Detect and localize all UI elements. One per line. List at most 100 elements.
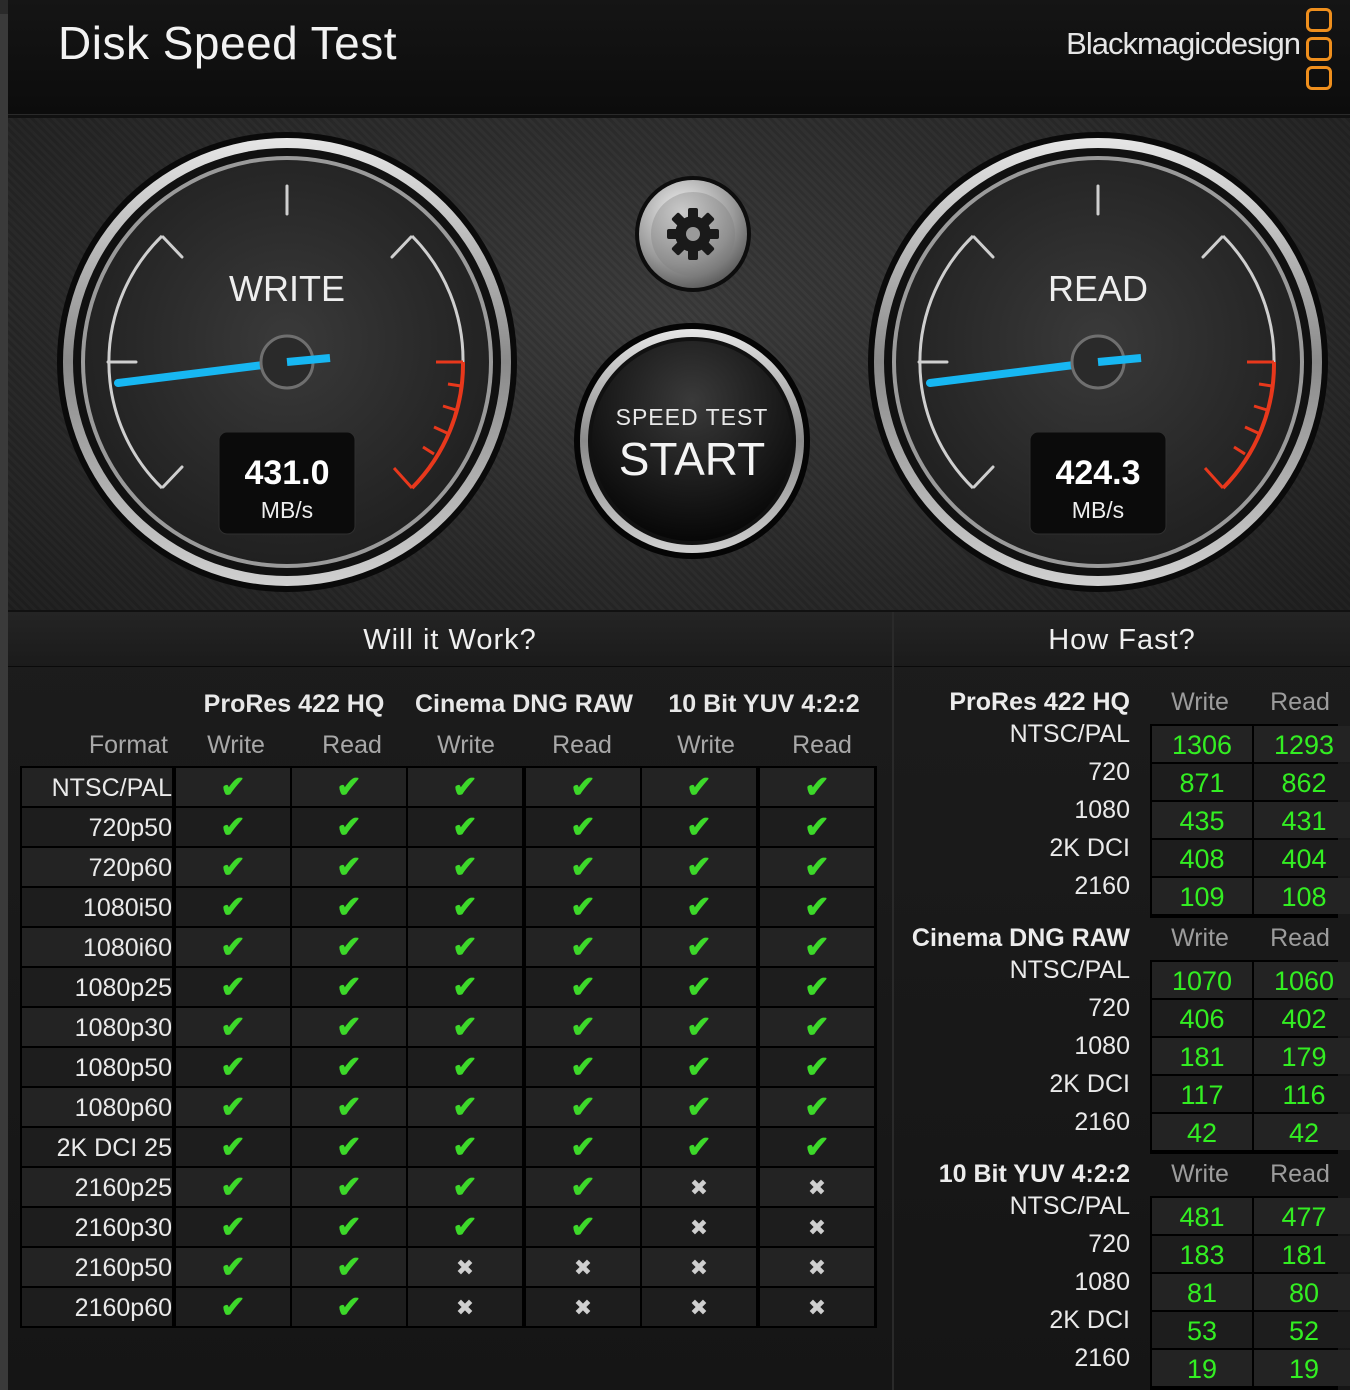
result-cell: ✔ [292,808,406,846]
checkmark-icon: ✔ [452,1011,478,1044]
result-cell: ✔ [292,1248,406,1286]
result-cell: ✔ [760,1008,874,1046]
checkmark-icon: ✔ [686,811,712,844]
result-cell: ✖ [526,1248,640,1286]
checkmark-icon: ✔ [804,931,830,964]
checkmark-icon: ✔ [452,1131,478,1164]
how-fast-format-label: NTSC/PAL [1009,956,1130,984]
cross-icon: ✖ [807,1255,827,1280]
result-cell: ✔ [526,1128,640,1166]
checkmark-icon: ✔ [220,971,246,1004]
checkmark-icon: ✔ [220,1051,246,1084]
checkmark-icon: ✔ [570,851,596,884]
result-cell: ✔ [176,1128,290,1166]
col-header-write: Write [207,731,265,759]
how-fast-write-value: 408 [1152,840,1252,876]
checkmark-icon: ✔ [220,1091,246,1124]
result-cell: ✔ [642,968,756,1006]
gear-icon [667,208,719,260]
cross-icon: ✖ [807,1215,827,1240]
result-cell: ✔ [176,928,290,966]
how-fast-group-title: 10 Bit YUV 4:2:2 [938,1160,1130,1188]
how-fast-read-value: 402 [1254,1000,1350,1036]
result-cell: ✖ [760,1208,874,1246]
result-cell: ✔ [760,1128,874,1166]
codec-header-prores: ProRes 422 HQ [203,690,385,718]
result-cell: ✔ [760,888,874,926]
col-header-read: Read [322,731,382,759]
how-fast-write-value: 183 [1152,1236,1252,1272]
write-speed-value: 431.0 [244,454,330,492]
result-cell: ✔ [292,1208,406,1246]
checkmark-icon: ✔ [336,1171,362,1204]
checkmark-icon: ✔ [686,971,712,1004]
result-cell: ✔ [408,808,522,846]
how-fast-write-value: 871 [1152,764,1252,800]
result-cell: ✔ [642,848,756,886]
how-fast-read-value: 1060 [1254,962,1350,998]
how-fast-write-value: 19 [1152,1350,1252,1386]
table-row: 1080i50 ✔ ✔ ✔ ✔ ✔ ✔ [20,888,877,928]
checkmark-icon: ✔ [336,771,362,804]
checkmark-icon: ✔ [336,931,362,964]
format-label: 2K DCI 25 [22,1128,172,1166]
result-cell: ✔ [408,1168,522,1206]
how-fast-write-value: 109 [1152,878,1252,914]
how-fast-read-value: 1293 [1254,726,1350,762]
result-cell: ✔ [526,1048,640,1086]
result-cell: ✔ [760,928,874,966]
start-button-label[interactable]: START [592,432,792,486]
how-fast-col-write: Write [1171,924,1229,952]
format-label: 1080i60 [22,928,172,966]
checkmark-icon: ✔ [804,1091,830,1124]
checkmark-icon: ✔ [686,1091,712,1124]
result-cell: ✔ [760,968,874,1006]
checkmark-icon: ✔ [452,931,478,964]
how-fast-format-label: NTSC/PAL [1009,720,1130,748]
codec-header-cinemadng: Cinema DNG RAW [414,690,634,718]
result-cell: ✔ [526,1208,640,1246]
result-cell: ✔ [408,968,522,1006]
checkmark-icon: ✔ [452,1171,478,1204]
how-fast-format-label: 2K DCI [1049,1070,1130,1098]
checkmark-icon: ✔ [336,811,362,844]
format-label: NTSC/PAL [22,768,172,806]
result-cell: ✔ [408,768,522,806]
how-fast-read-value: 431 [1254,802,1350,838]
checkmark-icon: ✔ [452,1091,478,1124]
format-label: 2160p30 [22,1208,172,1246]
how-fast-write-value: 53 [1152,1312,1252,1348]
result-cell: ✔ [292,1048,406,1086]
how-fast-read-value: 19 [1254,1350,1350,1386]
result-cell: ✖ [642,1208,756,1246]
how-fast-write-value: 406 [1152,1000,1252,1036]
format-label: 720p50 [22,808,172,846]
result-cell: ✔ [408,1128,522,1166]
result-cell: ✔ [292,888,406,926]
result-cell: ✔ [176,1248,290,1286]
checkmark-icon: ✔ [336,1251,362,1284]
settings-button[interactable] [635,176,751,292]
checkmark-icon: ✔ [336,1051,362,1084]
checkmark-icon: ✔ [336,851,362,884]
result-cell: ✔ [760,848,874,886]
result-cell: ✔ [176,1168,290,1206]
checkmark-icon: ✔ [452,851,478,884]
checkmark-icon: ✔ [804,1011,830,1044]
checkmark-icon: ✔ [686,851,712,884]
checkmark-icon: ✔ [570,1171,596,1204]
col-header-read: Read [792,731,852,759]
result-cell: ✔ [642,768,756,806]
how-fast-format-label: 2160 [1074,1344,1130,1372]
how-fast-read-value: 477 [1254,1198,1350,1234]
how-fast-read-value: 52 [1254,1312,1350,1348]
format-label: 1080p25 [22,968,172,1006]
result-cell: ✔ [760,1048,874,1086]
format-column-header: Format [88,731,168,759]
how-fast-write-value: 42 [1152,1114,1252,1150]
how-fast-format-label: 1080 [1074,796,1130,824]
result-cell: ✔ [408,1048,522,1086]
result-cell: ✔ [292,968,406,1006]
col-header-write: Write [437,731,495,759]
checkmark-icon: ✔ [804,811,830,844]
